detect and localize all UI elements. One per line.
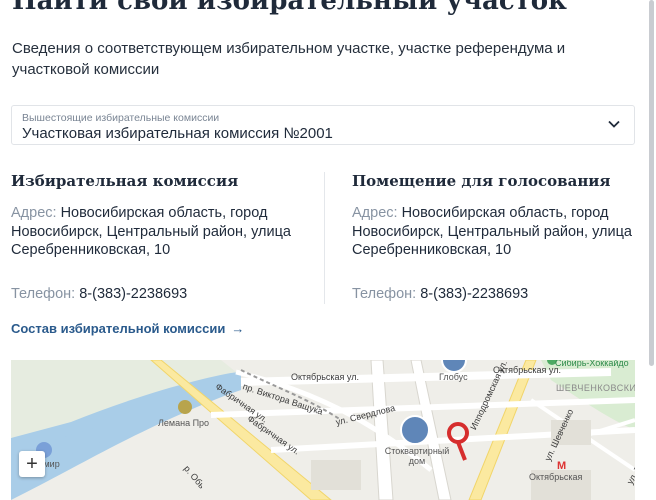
scrollbar[interactable] — [649, 0, 654, 366]
polling-place-address: Адрес: Новосибирская область, город Ново… — [352, 204, 642, 260]
chevron-down-icon[interactable] — [608, 120, 620, 128]
arrow-right-icon: → — [231, 321, 245, 336]
commission-info: Избирательная комиссия Адрес: Новосибирс… — [11, 172, 311, 302]
phone-label: Телефон: — [352, 286, 417, 302]
polling-place-title: Помещение для голосования — [352, 172, 611, 190]
address-label: Адрес: — [352, 205, 398, 221]
map[interactable]: Октябрьская ул. Октябрьская ул. пр. Викт… — [11, 360, 635, 500]
metro-station-label: Октябрьская — [529, 472, 583, 482]
place-label: Глобус — [439, 372, 468, 382]
page-title: Найти свой избирательный участок — [12, 0, 567, 16]
link-label: Состав избирательной комиссии — [11, 321, 226, 336]
higher-commission-select[interactable]: Вышестоящие избирательные комиссии Участ… — [11, 105, 635, 145]
commission-phone: Телефон: 8-(383)-2238693 — [11, 286, 187, 302]
column-divider — [324, 172, 325, 304]
metro-icon: М — [557, 460, 567, 472]
phone-label: Телефон: — [11, 286, 76, 302]
page-subtitle: Сведения о соответствующем избирательном… — [12, 40, 566, 78]
street-label: Октябрьская ул. — [291, 372, 359, 382]
district-label: ШЕВЧЕНКОВСКИЙ — [556, 383, 635, 393]
polling-place-phone: Телефон: 8-(383)-2238693 — [352, 286, 528, 302]
zoom-in-button[interactable]: + — [19, 451, 45, 477]
commission-composition-link[interactable]: Состав избирательной комиссии → — [11, 321, 244, 336]
place-label: Лемана Про — [158, 418, 210, 428]
place-label: Сибирь-Хоккайдо — [555, 360, 629, 368]
select-value: Участковая избирательная комиссия №2001 — [22, 125, 333, 142]
polling-place-info: Помещение для голосования Адрес: Новосиб… — [352, 172, 652, 302]
phone-value[interactable]: 8-(383)-2238693 — [79, 286, 187, 302]
shop-icon[interactable] — [178, 400, 192, 414]
address-label: Адрес: — [11, 205, 57, 221]
commission-title: Избирательная комиссия — [11, 172, 239, 190]
commission-address: Адрес: Новосибирская область, город Ново… — [11, 204, 301, 260]
select-label: Вышестоящие избирательные комиссии — [22, 112, 220, 124]
place-label: Стоквартирный дом — [384, 446, 450, 466]
phone-value[interactable]: 8-(383)-2238693 — [420, 286, 528, 302]
building-icon[interactable] — [400, 415, 430, 445]
